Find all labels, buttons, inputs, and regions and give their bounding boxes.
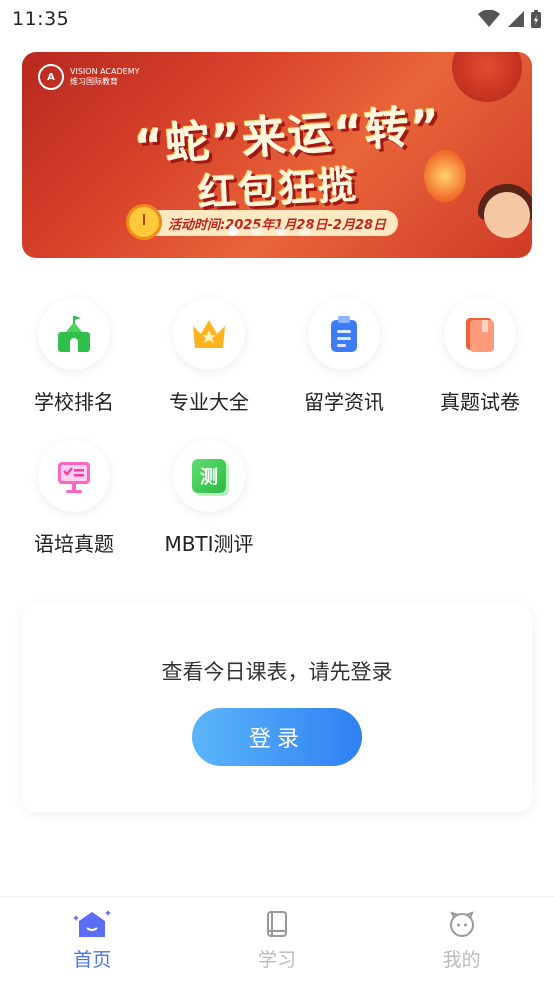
vision-logo-icon: A xyxy=(38,64,64,90)
grid-item-mbti-test[interactable]: 测 MBTI测评 xyxy=(149,440,269,557)
banner-title-line2: 红包狂揽 xyxy=(197,162,360,216)
banner-dot[interactable] xyxy=(252,226,262,236)
banner-dot[interactable] xyxy=(276,226,286,236)
banner-dot[interactable] xyxy=(300,226,310,236)
banner-logo: A VISION ACADEMY 维习国际教育 xyxy=(38,64,140,90)
character-illustration xyxy=(484,192,530,238)
banner-dot[interactable] xyxy=(228,226,238,236)
whiteboard-icon xyxy=(58,462,90,493)
schedule-card: 查看今日课表，请先登录 登录 xyxy=(22,604,532,812)
login-button[interactable]: 登录 xyxy=(192,708,362,766)
alarm-clock-icon xyxy=(126,204,162,240)
grid-label: 语培真题 xyxy=(34,532,114,556)
lantern-icon xyxy=(424,150,466,202)
status-time: 11:35 xyxy=(12,8,70,30)
grid-item-language-papers[interactable]: 语培真题 xyxy=(14,440,134,557)
tab-label: 学习 xyxy=(258,949,297,971)
test-icon: 测 xyxy=(192,459,226,493)
tab-home[interactable]: 首页 xyxy=(0,897,185,984)
tab-study[interactable]: 学习 xyxy=(185,897,370,984)
grid-label: MBTI测评 xyxy=(164,532,254,556)
book-icon xyxy=(466,318,494,352)
status-bar: 11:35 xyxy=(0,0,554,38)
wifi-icon xyxy=(478,10,500,27)
tab-profile[interactable]: 我的 xyxy=(369,897,554,984)
clipboard-icon xyxy=(331,316,357,352)
tab-label: 首页 xyxy=(73,949,112,971)
book-icon xyxy=(267,911,287,937)
grid-item-majors[interactable]: 专业大全 xyxy=(149,298,269,415)
status-icons xyxy=(478,9,542,29)
battery-icon xyxy=(531,10,541,28)
tab-label: 我的 xyxy=(442,949,481,971)
promo-banner[interactable]: A VISION ACADEMY 维习国际教育 “蛇”来运“转” 红包狂揽 活动… xyxy=(22,52,532,258)
logo-text-en: VISION ACADEMY xyxy=(70,67,140,76)
grid-label: 真题试卷 xyxy=(440,390,520,414)
logo-text-cn: 维习国际教育 xyxy=(70,77,118,86)
profile-icon xyxy=(449,911,474,937)
banner-pagination xyxy=(228,226,310,236)
signal-icon xyxy=(508,11,524,27)
grid-item-past-papers[interactable]: 真题试卷 xyxy=(420,298,540,415)
schedule-login-prompt: 查看今日课表，请先登录 xyxy=(161,660,393,684)
grid-label: 专业大全 xyxy=(169,390,249,414)
grid-label: 学校排名 xyxy=(34,390,114,414)
home-icon xyxy=(73,910,112,937)
lantern-decoration xyxy=(452,52,522,102)
grid-label: 留学资讯 xyxy=(304,390,384,414)
grid-item-study-news[interactable]: 留学资讯 xyxy=(284,298,404,415)
bottom-tab-bar: 首页 学习 我的 xyxy=(0,896,554,984)
crown-icon xyxy=(193,320,225,348)
grid-item-school-ranking[interactable]: 学校排名 xyxy=(14,298,134,415)
school-icon xyxy=(58,316,90,352)
